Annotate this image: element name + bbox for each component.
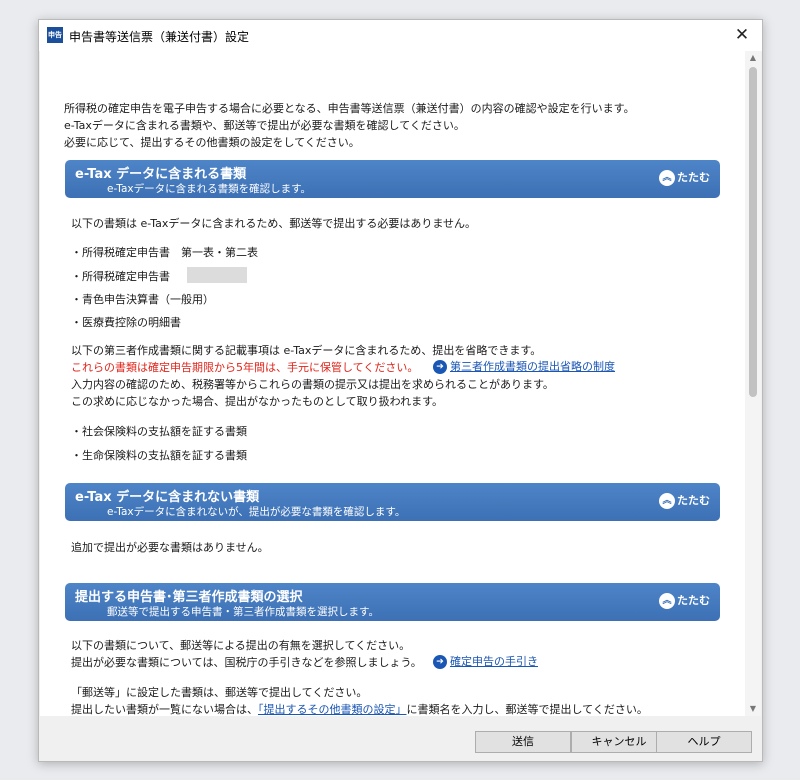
arrow-right-icon: ➔ [433, 655, 447, 669]
chevron-up-icon: ︽ [659, 593, 675, 609]
section1-note-3: この求めに応じなかった場合、提出がなかったものとして取り扱われます。 [71, 395, 444, 408]
third-party-omission-link[interactable]: ➔ 第三者作成書類の提出省略の制度 [433, 358, 615, 374]
collapse-button[interactable]: ︽ たたむ [659, 592, 710, 609]
section1-note-2: 入力内容の確認のため、税務署等からこれらの書類の提示又は提出を求められることがあ… [71, 378, 554, 391]
section2-lead: 追加で提出が必要な書類はありません。 [71, 541, 269, 554]
chevron-up-icon: ︽ [659, 493, 675, 509]
section-etax-excluded-header: e-Tax データに含まれない書類 e-Taxデータに含まれないが、提出が必要な… [65, 483, 720, 521]
redacted-area [187, 267, 247, 283]
collapse-label: たたむ [677, 494, 710, 507]
close-icon[interactable]: ✕ [722, 20, 762, 51]
section-selection-header: 提出する申告書･第三者作成書類の選択 郵送等で提出する申告書・第三者作成書類を選… [65, 583, 720, 621]
section1-note-red: これらの書類は確定申告期限から5年間は、手元に保管してください。 [71, 361, 419, 374]
list-item: ・医療費控除の明細書 [71, 316, 181, 329]
section3-line-2: 提出が必要な書類については、国税庁の手引きなどを参照しましょう。 [71, 656, 422, 669]
arrow-right-icon: ➔ [433, 360, 447, 374]
list-item: ・所得税確定申告書 [71, 270, 170, 283]
title-bar: 申告 申告書等送信票（兼送付書）設定 ✕ [39, 20, 762, 51]
app-icon: 申告 [47, 27, 63, 43]
section1-note-1: 以下の第三者作成書類に関する記載事項は e-Taxデータに含まれるため、提出を省… [71, 344, 542, 357]
section-subtitle: e-Taxデータに含まれないが、提出が必要な書類を確認します。 [107, 506, 406, 518]
dialog-window: 申告 申告書等送信票（兼送付書）設定 ✕ 所得税の確定申告を電子申告する場合に必… [38, 19, 763, 762]
filing-guide-link[interactable]: ➔ 確定申告の手引き [433, 653, 538, 669]
collapse-button[interactable]: ︽ たたむ [659, 492, 710, 509]
section-title: 提出する申告書･第三者作成書類の選択 [75, 590, 303, 605]
vertical-scrollbar[interactable]: ▲ ▼ [745, 51, 761, 716]
other-documents-settings-link[interactable]: 「提出するその他書類の設定」 [258, 703, 407, 716]
intro-line-1: 所得税の確定申告を電子申告する場合に必要となる、申告書等送信票（兼送付書）の内容… [64, 102, 635, 115]
content-area: 所得税の確定申告を電子申告する場合に必要となる、申告書等送信票（兼送付書）の内容… [40, 51, 745, 716]
collapse-button[interactable]: ︽ たたむ [659, 169, 710, 186]
window-title: 申告書等送信票（兼送付書）設定 [69, 30, 250, 44]
section3-line-1: 以下の書類について、郵送等による提出の有無を選択してください。 [71, 639, 411, 652]
scroll-down-icon[interactable]: ▼ [745, 702, 761, 716]
intro-line-2: e-Taxデータに含まれる書類や、郵送等で提出が必要な書類を確認してください。 [64, 119, 465, 132]
section3-line-4: 提出したい書類が一覧にない場合は、「提出するその他書類の設定」に書類名を入力し、… [71, 703, 648, 716]
section-title: e-Tax データに含まれない書類 [75, 490, 260, 505]
list-item: ・所得税確定申告書 第一表・第二表 [71, 246, 258, 259]
section-etax-included-header: e-Tax データに含まれる書類 e-Taxデータに含まれる書類を確認します。 … [65, 160, 720, 198]
section3-line-3: 「郵送等」に設定した書類は、郵送等で提出してください。 [71, 686, 368, 699]
list-item: ・生命保険料の支払額を証する書類 [71, 449, 247, 462]
list-item: ・社会保険料の支払額を証する書類 [71, 425, 247, 438]
cancel-button[interactable]: キャンセル [571, 731, 667, 753]
section-subtitle: e-Taxデータに含まれる書類を確認します。 [107, 183, 312, 195]
scroll-thumb[interactable] [749, 67, 757, 397]
send-button[interactable]: 送信 [475, 731, 571, 753]
section-subtitle: 郵送等で提出する申告書・第三者作成書類を選択します。 [107, 606, 379, 618]
list-item: ・青色申告決算書（一般用） [71, 293, 214, 306]
intro-line-3: 必要に応じて、提出するその他書類の設定をしてください。 [64, 136, 360, 149]
chevron-up-icon: ︽ [659, 170, 675, 186]
section-title: e-Tax データに含まれる書類 [75, 167, 247, 182]
collapse-label: たたむ [677, 171, 710, 184]
section1-lead: 以下の書類は e-Taxデータに含まれるため、郵送等で提出する必要はありません。 [71, 217, 477, 230]
scroll-up-icon[interactable]: ▲ [745, 51, 761, 65]
collapse-label: たたむ [677, 594, 710, 607]
help-button[interactable]: ヘルプ [656, 731, 752, 753]
